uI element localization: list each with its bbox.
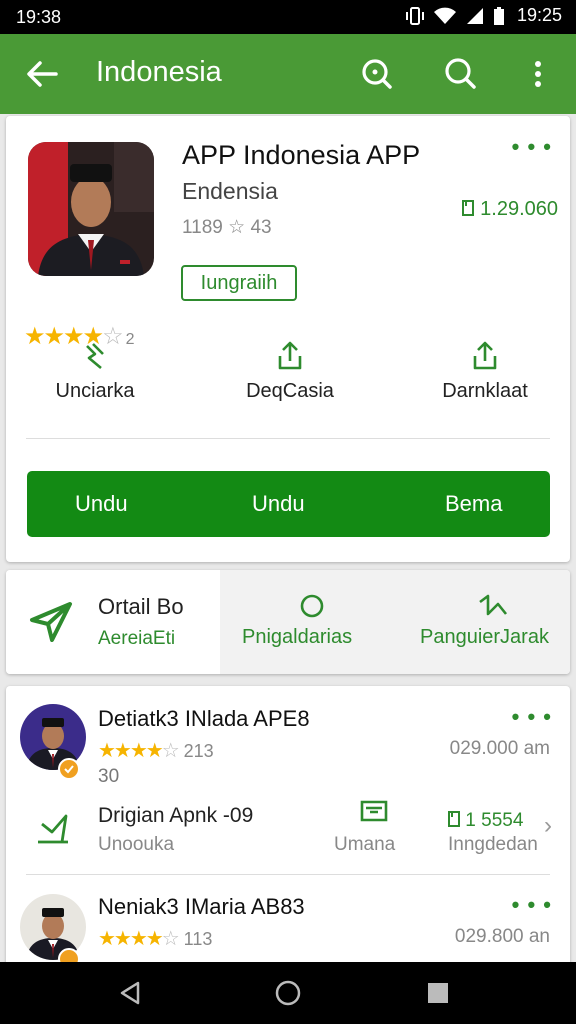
sub-item-price-value: 1 5554 [465,810,524,831]
cart-icon [38,814,68,844]
upload-icon [473,341,497,370]
list-item-more-icon[interactable]: • • • [512,892,552,918]
swirl-icon [479,594,508,616]
action-item-1[interactable]: Unciarka [20,340,170,403]
sub-item-name: Drigian Apnk -09 [98,804,254,827]
wifi-icon [433,7,456,24]
nav-recents-icon[interactable] [426,981,450,1005]
list-item-rating: ★★★★☆ 213 [98,740,214,762]
card-more-dots-icon[interactable]: • • • [512,134,552,160]
app-developer: Endensia [182,178,278,204]
more-vert-icon[interactable] [516,52,560,96]
app-portrait-image [28,142,154,276]
zoom-search-icon[interactable] [354,52,398,96]
sub-item-price: 1 5554 [448,810,523,832]
list-item-rating-number: 113 [183,929,213,949]
sub-item-label: Unoouka [98,834,175,855]
list-item-title: Detiatk3 INlada APE8 [98,706,310,731]
divider [26,438,550,439]
tabs-rest: Pnigaldarias PanguierJarak [220,570,570,674]
app-price: 1.29.060 [461,198,558,221]
tabs-card: Ortail Bo AereiaEti Pnigaldarias Panguie… [6,570,570,674]
list-item-rating-number: 213 [183,741,214,761]
app-list-card: Detiatk3 INlada APE8 ★★★★☆ 213 30 • • • 0… [6,686,570,976]
search-icon[interactable] [438,52,482,96]
tab-detail-subtitle: AereiaEti [98,628,176,649]
tab-detail-title: Ortail Bo [98,594,184,619]
badge-icon [58,758,80,780]
status-time-left: 19:38 [16,7,62,27]
circle-icon [300,594,324,618]
app-price-value: 1.29.060 [480,198,558,220]
download-button-3[interactable]: Bema [445,491,502,517]
sub-item-price-label: Inngdedan [448,834,538,855]
battery-icon [493,6,504,25]
nav-back-icon[interactable] [116,979,144,1007]
send-arrow-icon [30,602,72,642]
action-item-2[interactable]: DeqCasia [215,340,365,403]
list-item-more-icon[interactable]: • • • [512,704,552,730]
app-bar: Indonesia [0,34,576,114]
status-bar: 19:38 19:25 [0,0,576,34]
action-label-3: Darnklaat [442,380,528,402]
app-rating-text: 1189 ☆ 43 [182,217,272,238]
signal-icon [466,7,483,24]
tab-label-2[interactable]: Pnigaldarias [242,626,352,649]
flash-icon [86,343,104,369]
nav-home-icon[interactable] [273,978,303,1008]
page-title: Indonesia [96,56,222,88]
list-item-title: Neniak3 IMaria AB83 [98,894,305,919]
action-label-1: Unciarka [55,380,135,402]
share-icon [278,341,302,370]
app-title: APP Indonesia APP [182,140,421,170]
tab-detail[interactable]: Ortail Bo AereiaEti [6,570,220,674]
tab-label-3[interactable]: PanguierJarak [420,626,549,649]
drive-icon [360,800,388,822]
list-item-extra: 30 [98,766,120,787]
price-tag-icon [461,200,474,216]
vibrate-icon [405,6,424,25]
list-item-size: 029.000 am [449,738,550,759]
price-tag-icon [448,811,460,827]
back-arrow-icon[interactable] [22,54,62,94]
action-item-3[interactable]: Darnklaat [410,340,560,403]
system-nav-bar [0,962,576,1024]
download-button-2[interactable]: Undu [252,491,305,517]
action-label-2: DeqCasia [246,380,334,402]
sub-item-action[interactable]: Umana [334,834,395,856]
divider [26,874,550,875]
list-item-size: 029.800 an [454,926,550,947]
install-chip-button[interactable]: Iungraiih [181,265,297,301]
app-detail-card: APP Indonesia APP Endensia 1189 ☆ 43 • •… [6,116,570,562]
chevron-right-icon[interactable]: › [544,812,552,840]
download-button-1[interactable]: Undu [75,491,128,517]
list-item-rating: ★★★★☆ 113 [98,928,213,950]
download-button-bar: Undu Undu Bema [27,471,550,537]
status-time-right: 19:25 [516,5,562,25]
